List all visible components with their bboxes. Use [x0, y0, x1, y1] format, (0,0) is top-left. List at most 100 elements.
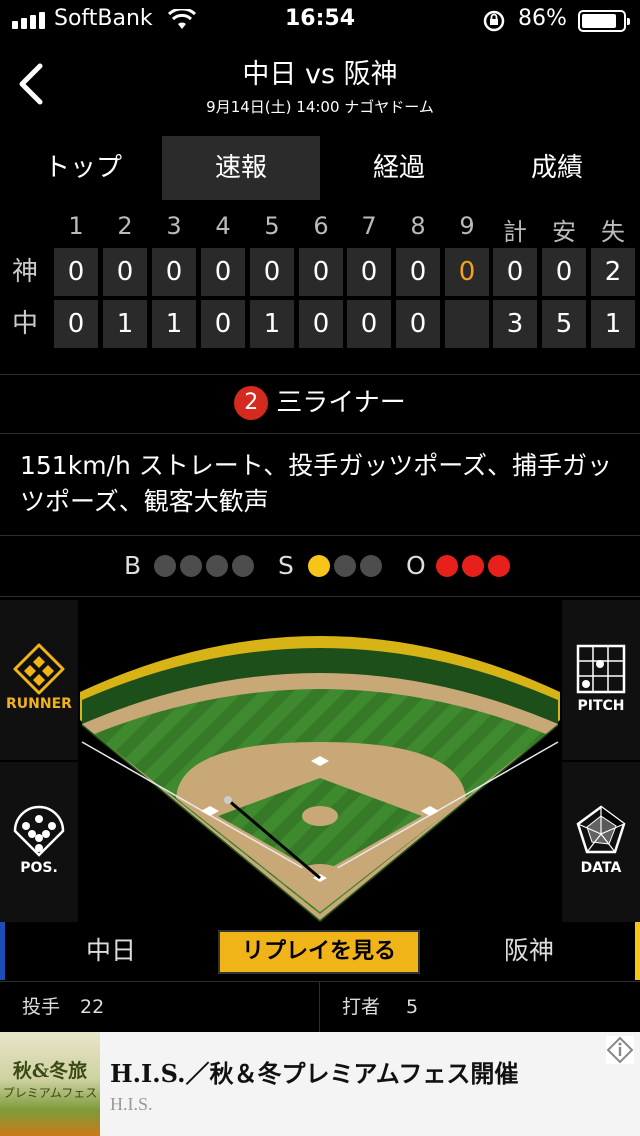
ball-indicator	[232, 555, 254, 577]
inning-header: 3	[166, 212, 182, 240]
score-cell: 0	[347, 300, 391, 348]
tab-live[interactable]: 速報	[162, 136, 320, 200]
battery-percent: 86%	[518, 6, 567, 31]
strike-indicator	[308, 555, 330, 577]
score-cell: 0	[54, 300, 98, 348]
position-button[interactable]: POS.	[0, 762, 78, 922]
ad-title[interactable]: H.I.S.／秋＆冬プレミアムフェス開催	[110, 1054, 518, 1089]
pitcher-number: 22	[80, 996, 105, 1018]
ad-image-title: 秋&冬旅	[12, 1060, 88, 1082]
ad-image-subtitle: プレミアムフェス	[2, 1086, 98, 1100]
score-cell: 0	[103, 248, 147, 296]
score-cell-current: 0	[445, 248, 489, 296]
strike-indicator	[334, 555, 356, 577]
inning-header: 4	[215, 212, 231, 240]
balls-label: B	[124, 551, 142, 580]
matchup-row: 投手 22 打者 5	[0, 982, 640, 1032]
ad-banner[interactable]: 秋&冬旅 プレミアムフェス H.I.S.／秋＆冬プレミアムフェス開催 H.I.S…	[0, 1032, 640, 1136]
ad-info-icon[interactable]	[606, 1036, 634, 1064]
tab-stats[interactable]: 成績	[478, 136, 636, 200]
radar-chart-icon	[576, 805, 626, 854]
inning-header: 5	[264, 212, 280, 240]
score-cell: 0	[396, 300, 440, 348]
divider	[319, 982, 320, 1032]
ball-indicator	[180, 555, 202, 577]
ball-indicator	[154, 555, 176, 577]
position-label: POS.	[20, 860, 58, 876]
tab-bar: トップ 速報 経過 成績	[0, 136, 640, 200]
batter-number: 5	[406, 996, 419, 1018]
team-label-home: 中	[12, 309, 39, 339]
total-cell: 3	[493, 300, 537, 348]
runner-icon	[13, 643, 65, 695]
inning-header: 1	[68, 212, 84, 240]
inning-header: 2	[117, 212, 133, 240]
ball-indicator	[206, 555, 228, 577]
ball-count: B S O	[0, 548, 640, 584]
score-cell: 0	[396, 248, 440, 296]
away-team-tab[interactable]: 阪神	[504, 922, 554, 980]
hits-header: 安	[552, 218, 576, 246]
replay-button[interactable]: リプレイを見る	[218, 930, 420, 974]
divider	[0, 535, 640, 536]
ad-image[interactable]: 秋&冬旅 プレミアムフェス	[0, 1032, 100, 1136]
runner-button[interactable]: RUNNER	[0, 600, 78, 760]
strike-indicator	[360, 555, 382, 577]
score-cell: 1	[250, 300, 294, 348]
runner-label: RUNNER	[6, 696, 72, 712]
errors-cell: 1	[591, 300, 635, 348]
score-cell: 0	[299, 300, 343, 348]
score-cell: 0	[347, 248, 391, 296]
inning-header: 9	[459, 212, 475, 240]
home-team-color	[0, 922, 5, 980]
play-result-text: 三ライナー	[276, 388, 406, 418]
ad-sponsor: H.I.S.	[110, 1094, 153, 1114]
play-result: 2 三ライナー	[0, 378, 640, 432]
game-info: 9月14日(土) 14:00 ナゴヤドーム	[206, 98, 434, 116]
total-header: 計	[503, 218, 527, 246]
scoreboard-row-away: 神 0 0 0 0 0 0 0 0 0 0 0 2	[0, 248, 640, 300]
errors-header: 失	[601, 218, 625, 246]
outs-label: O	[406, 551, 426, 580]
score-cell: 1	[103, 300, 147, 348]
inning-header: 7	[361, 212, 377, 240]
baseball-field	[80, 636, 560, 922]
pitcher-label: 投手	[22, 996, 61, 1018]
score-cell: 0	[201, 248, 245, 296]
errors-cell: 2	[591, 248, 635, 296]
status-bar: SoftBank 16:54 86%	[0, 0, 640, 40]
score-cell: 0	[201, 300, 245, 348]
data-button[interactable]: DATA	[562, 762, 640, 922]
team-label-away: 神	[12, 257, 39, 287]
score-cell: 0	[54, 248, 98, 296]
divider	[0, 374, 640, 375]
home-team-tab[interactable]: 中日	[86, 922, 136, 980]
tab-progress[interactable]: 経過	[320, 136, 478, 200]
inning-header: 8	[410, 212, 426, 240]
strikes-label: S	[278, 551, 294, 580]
score-cell: 0	[152, 248, 196, 296]
divider	[0, 596, 640, 597]
position-icon	[13, 805, 65, 857]
pitch-button[interactable]: PITCH	[562, 600, 640, 760]
total-cell: 0	[493, 248, 537, 296]
scoreboard-header: 1 2 3 4 5 6 7 8 9 計 安 失	[0, 208, 640, 248]
batter-label: 打者	[342, 996, 381, 1018]
ball-landing	[224, 796, 232, 804]
rotation-lock-icon	[483, 10, 505, 32]
data-label: DATA	[580, 860, 622, 876]
out-indicator	[462, 555, 484, 577]
away-team-color	[635, 922, 640, 980]
play-description: 151km/h ストレート、投手ガッツポーズ、捕手ガッツポーズ、観客大歓声	[20, 451, 613, 516]
hits-cell: 0	[542, 248, 586, 296]
scoreboard-row-home: 中 0 1 1 0 1 0 0 0 3 5 1	[0, 300, 640, 352]
inning-header: 6	[313, 212, 329, 240]
tab-top[interactable]: トップ	[4, 136, 162, 200]
out-indicator	[488, 555, 510, 577]
divider	[0, 433, 640, 434]
pitch-label: PITCH	[577, 698, 625, 714]
score-cell	[445, 300, 489, 348]
team-bar: 中日 リプレイを見る 阪神	[0, 922, 640, 982]
score-cell: 1	[152, 300, 196, 348]
scoreboard: 1 2 3 4 5 6 7 8 9 計 安 失 神 0 0 0 0 0 0 0 …	[0, 208, 640, 352]
